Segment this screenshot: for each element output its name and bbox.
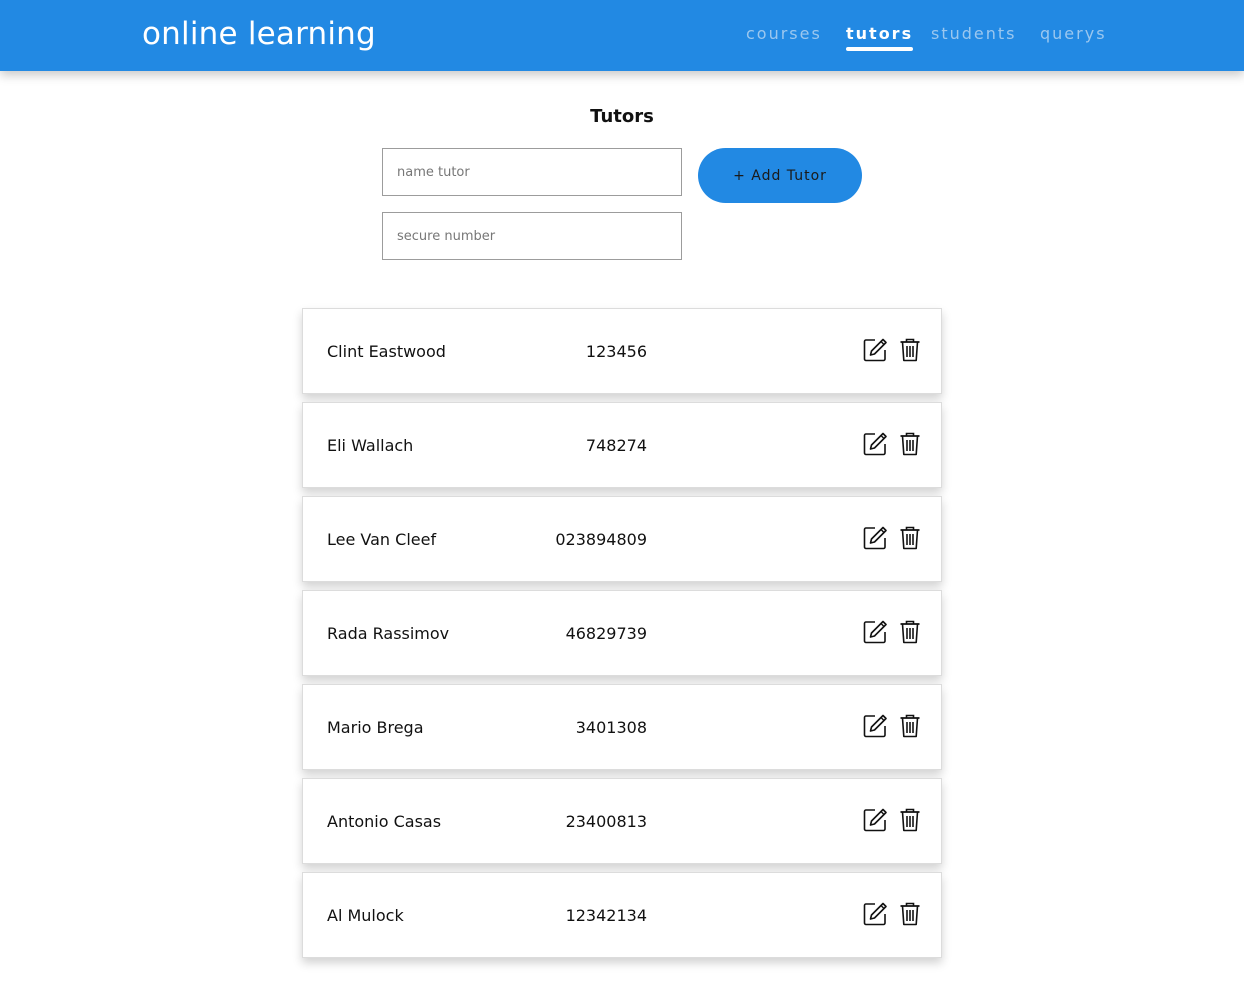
edit-tutor-button[interactable]: [862, 619, 888, 645]
tutor-list: Clint Eastwood 123456 Eli Wallach 748274: [302, 308, 942, 966]
page-title: Tutors: [590, 106, 654, 127]
tutor-name: Lee Van Cleef: [327, 530, 437, 549]
tutor-name-input[interactable]: [382, 148, 682, 196]
add-tutor-button[interactable]: + Add Tutor: [698, 148, 862, 203]
secure-number-input[interactable]: [382, 212, 682, 260]
tutor-row: Al Mulock 12342134: [302, 872, 942, 958]
tutor-secure-number: 023894809: [555, 530, 647, 549]
tutor-row: Mario Brega 3401308: [302, 684, 942, 770]
tutor-secure-number: 12342134: [565, 906, 647, 925]
edit-icon: [863, 808, 887, 832]
edit-tutor-button[interactable]: [862, 525, 888, 551]
trash-icon: [900, 808, 920, 832]
tutor-name: Al Mulock: [327, 906, 404, 925]
trash-icon: [900, 338, 920, 362]
tutor-secure-number: 46829739: [565, 624, 647, 643]
delete-tutor-button[interactable]: [897, 807, 923, 833]
edit-tutor-button[interactable]: [862, 431, 888, 457]
tutor-secure-number: 123456: [585, 342, 647, 361]
tutor-name: Mario Brega: [327, 718, 424, 737]
tutor-secure-number: 748274: [585, 436, 647, 455]
edit-icon: [863, 526, 887, 550]
delete-tutor-button[interactable]: [897, 337, 923, 363]
edit-icon: [863, 620, 887, 644]
tutor-row: Clint Eastwood 123456: [302, 308, 942, 394]
tutor-name: Antonio Casas: [327, 812, 442, 831]
edit-tutor-button[interactable]: [862, 713, 888, 739]
tutor-row: Rada Rassimov 46829739: [302, 590, 942, 676]
nav-courses[interactable]: courses: [746, 24, 822, 43]
nav-students[interactable]: students: [931, 24, 1017, 43]
tutor-name: Rada Rassimov: [327, 624, 450, 643]
brand-title[interactable]: online learning: [142, 16, 376, 52]
nav-querys[interactable]: querys: [1040, 24, 1107, 43]
delete-tutor-button[interactable]: [897, 431, 923, 457]
trash-icon: [900, 526, 920, 550]
delete-tutor-button[interactable]: [897, 901, 923, 927]
tutor-secure-number: 23400813: [565, 812, 647, 831]
tutor-row: Lee Van Cleef 023894809: [302, 496, 942, 582]
edit-icon: [863, 714, 887, 738]
tutor-name: Clint Eastwood: [327, 342, 446, 361]
tutor-row: Antonio Casas 23400813: [302, 778, 942, 864]
edit-tutor-button[interactable]: [862, 337, 888, 363]
edit-tutor-button[interactable]: [862, 901, 888, 927]
top-navigation-bar: online learning courses tutors students …: [0, 0, 1244, 71]
edit-tutor-button[interactable]: [862, 807, 888, 833]
trash-icon: [900, 432, 920, 456]
trash-icon: [900, 714, 920, 738]
edit-icon: [863, 338, 887, 362]
trash-icon: [900, 620, 920, 644]
delete-tutor-button[interactable]: [897, 619, 923, 645]
nav-tutors[interactable]: tutors: [846, 24, 914, 51]
tutor-secure-number: 3401308: [575, 718, 647, 737]
edit-icon: [863, 432, 887, 456]
tutor-row: Eli Wallach 748274: [302, 402, 942, 488]
tutor-name: Eli Wallach: [327, 436, 414, 455]
delete-tutor-button[interactable]: [897, 525, 923, 551]
trash-icon: [900, 902, 920, 926]
delete-tutor-button[interactable]: [897, 713, 923, 739]
edit-icon: [863, 902, 887, 926]
